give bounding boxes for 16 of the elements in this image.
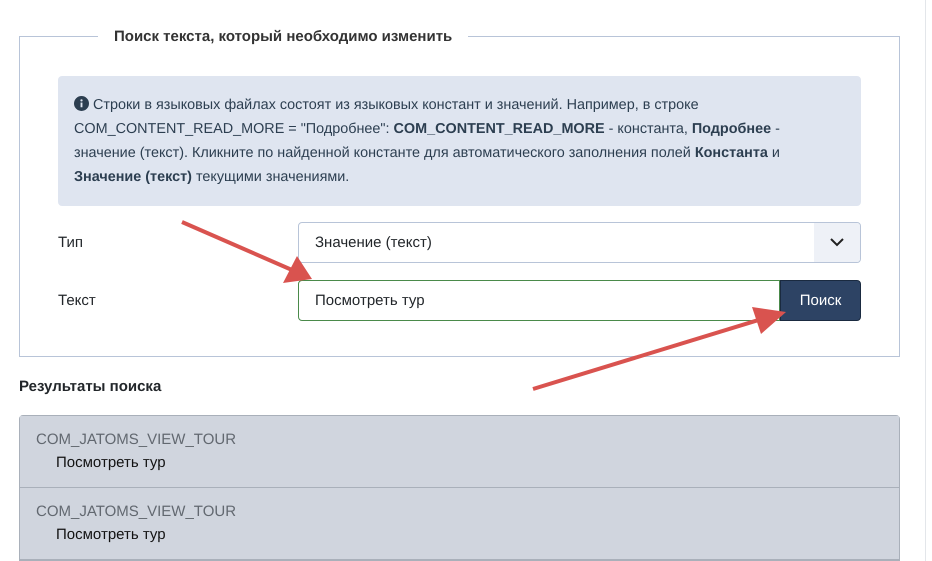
type-dropdown[interactable]: Значение (текст) (298, 222, 861, 263)
type-label: Тип (58, 234, 84, 251)
result-item[interactable]: COM_JATOMS_VIEW_TOUR Посмотреть тур (20, 488, 899, 560)
text-label: Текст (58, 292, 97, 309)
result-item[interactable]: COM_JATOMS_VIEW_TOUR Посмотреть тур (20, 416, 899, 488)
value-text: Посмотреть тур (56, 454, 167, 471)
results-heading: Результаты поиска (19, 378, 162, 395)
constant-text: COM_JATOMS_VIEW_TOUR (36, 431, 238, 448)
text-field[interactable]: Посмотреть тур (298, 280, 780, 321)
constant-text: COM_JATOMS_VIEW_TOUR (36, 503, 238, 520)
search-button[interactable]: Поиск (780, 280, 861, 321)
info-icon (74, 96, 89, 111)
value-text: Посмотреть тур (56, 526, 167, 543)
section-legend: Поиск текста, который необходимо изменить (98, 28, 468, 45)
chevron-down-icon (830, 238, 844, 247)
info-message: Строки в языковых файлах состоят из языковых констант и значений. Например, в строке COM_CONTENT_READ_MORE = "Подробнее": COM_CONTENT_READ_MORE - константа, Подробнее - значение (текст). Кликните по найденной константе для автоматического заполнения полей Константа и Значение (текст) текущими значениями. (58, 76, 861, 206)
